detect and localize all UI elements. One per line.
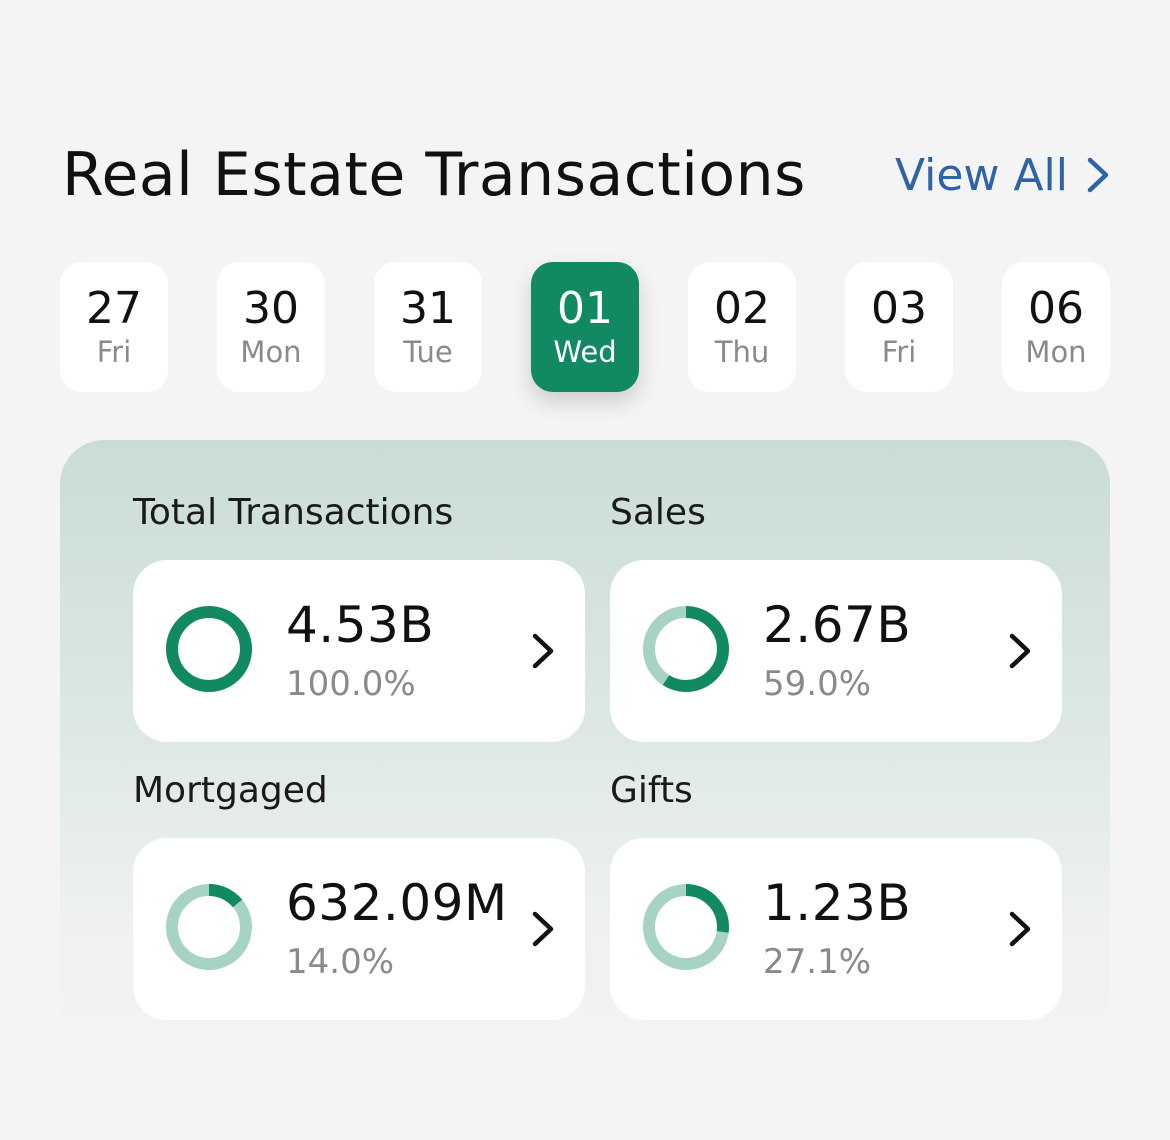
donut-ring-icon [166, 606, 252, 692]
chevron-right-icon [532, 633, 554, 669]
date-number: 27 [86, 282, 142, 334]
section-title: Real Estate Transactions [62, 140, 806, 210]
stat-value: 2.67B [763, 596, 912, 654]
chevron-right-icon [532, 911, 554, 947]
stat-card-mortgaged[interactable]: 632.09M 14.0% [133, 838, 585, 1020]
stat-percent: 14.0% [286, 942, 395, 982]
stat-card-sales[interactable]: 2.67B 59.0% [610, 560, 1062, 742]
date-weekday: Wed [553, 335, 617, 370]
stat-percent: 100.0% [286, 664, 416, 704]
stat-label-total: Total Transactions [133, 492, 454, 533]
date-number: 03 [871, 282, 927, 334]
donut-ring-icon [166, 884, 252, 970]
stat-label-mortgaged: Mortgaged [133, 770, 328, 811]
stats-panel: Total Transactions 4.53B 100.0% Sales 2.… [60, 440, 1110, 1080]
section-header: Real Estate Transactions View All [62, 135, 1112, 215]
date-weekday: Fri [96, 335, 132, 370]
date-chip[interactable]: 06 Mon [1002, 262, 1110, 392]
stat-card-gifts[interactable]: 1.23B 27.1% [610, 838, 1062, 1020]
donut-ring-icon [643, 884, 729, 970]
date-selector: 27 Fri 30 Mon 31 Tue 01 Wed 02 Thu 03 Fr… [60, 262, 1110, 392]
date-weekday: Fri [881, 335, 917, 370]
chevron-right-icon [1009, 633, 1031, 669]
stat-value: 632.09M [286, 874, 508, 932]
chevron-right-icon [1009, 911, 1031, 947]
stat-label-sales: Sales [610, 492, 706, 533]
stat-card-total[interactable]: 4.53B 100.0% [133, 560, 585, 742]
stat-percent: 27.1% [763, 942, 872, 982]
view-all-link[interactable]: View All [895, 150, 1112, 201]
date-weekday: Mon [1025, 335, 1087, 370]
date-chip[interactable]: 30 Mon [217, 262, 325, 392]
date-chip[interactable]: 27 Fri [60, 262, 168, 392]
date-number: 02 [714, 282, 770, 334]
date-number: 01 [557, 282, 613, 334]
date-weekday: Thu [714, 335, 770, 370]
stat-value: 1.23B [763, 874, 912, 932]
stat-label-gifts: Gifts [610, 770, 693, 811]
date-number: 30 [243, 282, 299, 334]
date-chip[interactable]: 03 Fri [845, 262, 953, 392]
date-weekday: Mon [240, 335, 302, 370]
date-weekday: Tue [403, 335, 453, 370]
date-chip[interactable]: 01 Wed [531, 262, 639, 392]
date-number: 06 [1028, 282, 1084, 334]
stat-percent: 59.0% [763, 664, 872, 704]
donut-ring-icon [643, 606, 729, 692]
stat-value: 4.53B [286, 596, 435, 654]
real-estate-transactions-widget: Real Estate Transactions View All 27 Fri… [0, 0, 1170, 1140]
view-all-label: View All [895, 149, 1068, 201]
date-chip[interactable]: 02 Thu [688, 262, 796, 392]
chevron-right-icon [1087, 157, 1109, 193]
date-chip[interactable]: 31 Tue [374, 262, 482, 392]
date-number: 31 [400, 282, 456, 334]
